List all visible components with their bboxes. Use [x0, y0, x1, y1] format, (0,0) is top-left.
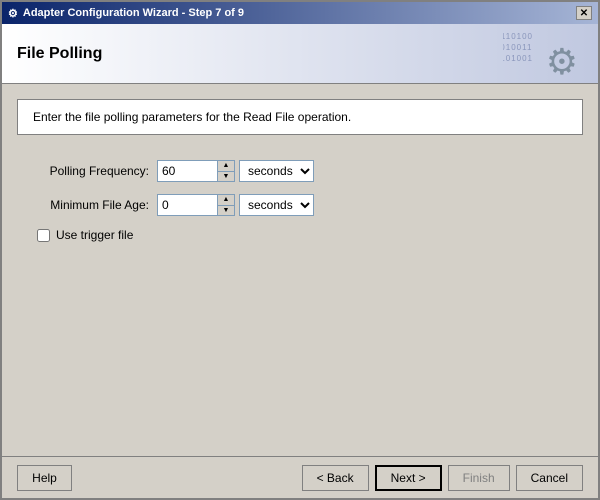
window-title: Adapter Configuration Wizard - Step 7 of…	[23, 7, 244, 19]
min-file-age-down-button[interactable]: ▼	[218, 206, 234, 216]
polling-frequency-input[interactable]	[158, 161, 218, 181]
polling-frequency-input-group: ▲ ▼ seconds minutes hours	[157, 160, 314, 182]
min-file-age-unit-select[interactable]: seconds minutes hours	[239, 194, 314, 216]
min-file-age-input-group: ▲ ▼ seconds minutes hours	[157, 194, 314, 216]
cancel-button[interactable]: Cancel	[516, 465, 583, 491]
use-trigger-row: Use trigger file	[27, 228, 573, 242]
wizard-window: ⚙ Adapter Configuration Wizard - Step 7 …	[0, 0, 600, 500]
polling-frequency-up-button[interactable]: ▲	[218, 161, 234, 172]
form-area: Polling Frequency: ▲ ▼ seconds minutes h…	[17, 155, 583, 247]
back-button[interactable]: < Back	[302, 465, 369, 491]
header-band: File Polling 01010100110100 010011010100…	[2, 24, 598, 84]
footer: Help < Back Next > Finish Cancel	[2, 456, 598, 498]
polling-frequency-spinner: ▲ ▼	[157, 160, 235, 182]
description-text: Enter the file polling parameters for th…	[33, 110, 351, 124]
title-bar: ⚙ Adapter Configuration Wizard - Step 7 …	[2, 2, 598, 24]
polling-frequency-spinner-col: ▲ ▼	[218, 161, 234, 181]
polling-frequency-row: Polling Frequency: ▲ ▼ seconds minutes h…	[27, 160, 573, 182]
polling-frequency-unit-select[interactable]: seconds minutes hours	[239, 160, 314, 182]
use-trigger-checkbox[interactable]	[37, 229, 50, 242]
description-box: Enter the file polling parameters for th…	[17, 99, 583, 135]
footer-left: Help	[17, 465, 72, 491]
min-file-age-spinner-col: ▲ ▼	[218, 195, 234, 215]
finish-button: Finish	[448, 465, 510, 491]
min-file-age-spinner: ▲ ▼	[157, 194, 235, 216]
min-file-age-input[interactable]	[158, 195, 218, 215]
content-area: Enter the file polling parameters for th…	[2, 84, 598, 456]
min-file-age-row: Minimum File Age: ▲ ▼ seconds minutes ho…	[27, 194, 573, 216]
title-bar-icon: ⚙	[8, 7, 18, 20]
use-trigger-label[interactable]: Use trigger file	[56, 228, 133, 242]
close-button[interactable]: ✕	[576, 6, 592, 20]
min-file-age-up-button[interactable]: ▲	[218, 195, 234, 206]
title-bar-content: ⚙ Adapter Configuration Wizard - Step 7 …	[8, 7, 244, 20]
gear-icon: ⚙	[546, 41, 578, 81]
binary-decoration: 01010100110100 01001101010011 1010011010…	[503, 31, 533, 65]
polling-frequency-label: Polling Frequency:	[27, 164, 157, 178]
header-graphic: 01010100110100 01001101010011 1010011010…	[503, 26, 583, 81]
polling-frequency-down-button[interactable]: ▼	[218, 172, 234, 182]
page-title: File Polling	[17, 45, 102, 63]
footer-right: < Back Next > Finish Cancel	[302, 465, 583, 491]
help-button[interactable]: Help	[17, 465, 72, 491]
next-button[interactable]: Next >	[375, 465, 442, 491]
min-file-age-label: Minimum File Age:	[27, 198, 157, 212]
